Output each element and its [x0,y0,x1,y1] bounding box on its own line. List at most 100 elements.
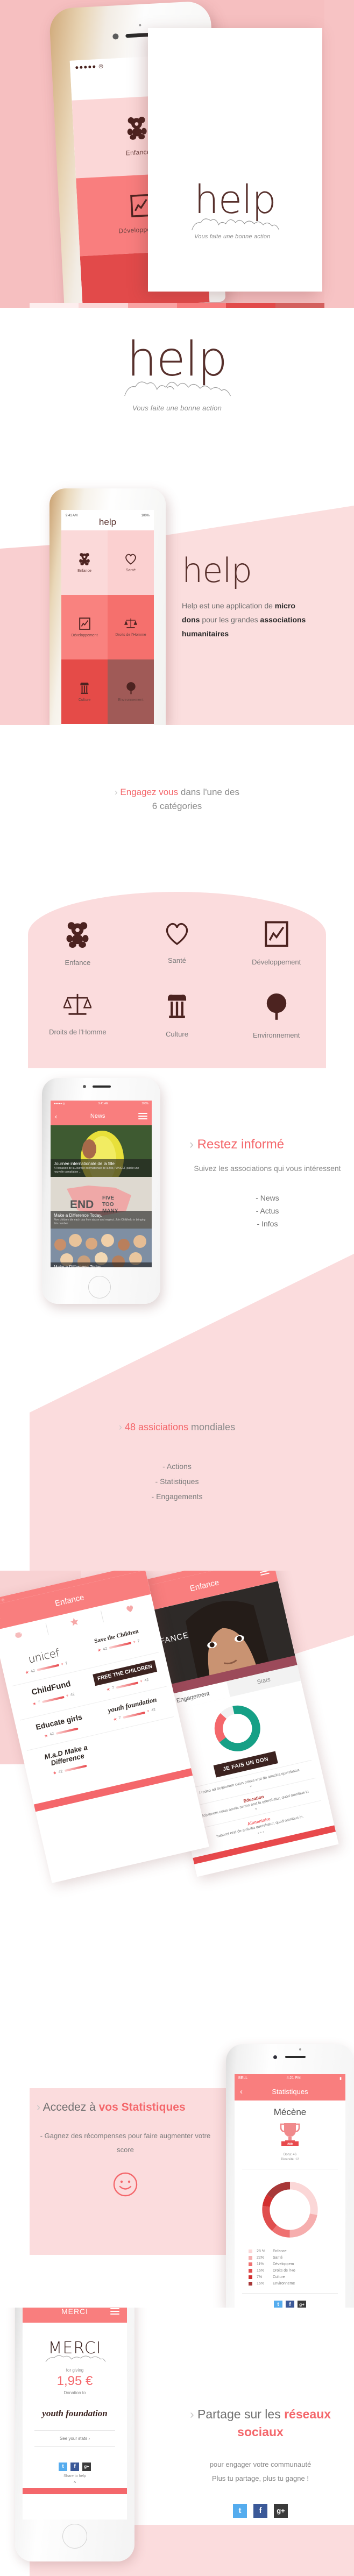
donation-amount: 1,95 € [56,2374,93,2388]
category-item-environnement[interactable]: Environnement [226,992,326,1039]
home-button[interactable] [88,1276,111,1298]
news-section: ●●●●● ◎ 9:41 AM 100% ‹ News Journée inte… [0,1068,354,1413]
legend-row: 22% Santé [249,2256,331,2260]
news-heading-text: Restez informé [197,1137,285,1152]
signal-dot [88,65,91,68]
stats-subtitle: - Gagnez des récompenses pour faire augm… [40,2132,211,2154]
legend-swatch [249,2282,252,2286]
hamburger-icon[interactable] [259,1571,270,1576]
googleplus-icon[interactable]: g+ [82,2462,91,2471]
hamburger-icon[interactable] [138,1113,147,1119]
intro-section: 9:41 AM 100% help Enfance Santé Développ… [0,473,354,725]
social-icons: t f g+ [274,2300,306,2308]
navbar-title: News [90,1113,105,1119]
piggy-bank-icon[interactable] [14,1630,25,1642]
facebook-icon[interactable]: f [70,2462,79,2471]
front-camera-icon [83,1085,86,1088]
heart-icon[interactable] [125,1604,136,1616]
battery-indicator: ▮ [339,2076,342,2081]
chevron-left-icon[interactable]: ‹ [55,1112,57,1120]
heart-count: 7 [65,1661,68,1666]
navbar-title: Enfance [189,1577,220,1593]
star-icon[interactable] [69,1616,80,1629]
sensor-dot [299,2048,301,2050]
merci-navbar: MERCI [23,2308,127,2323]
category-cell-culture[interactable]: Culture [61,659,108,724]
category-item-enfance[interactable]: Enfance [28,921,128,967]
news-phone-mockup: ●●●●● ◎ 9:41 AM 100% ‹ News Journée inte… [42,1078,171,1304]
legend-row: 7% Culture [249,2275,331,2279]
chevron-left-icon[interactable]: ‹ [0,1611,1,1622]
googleplus-icon[interactable]: g+ [274,2503,288,2518]
logo-tagline: Vous faite une bonne action [132,403,222,412]
home-button[interactable] [62,2524,87,2549]
twitter-icon[interactable]: t [59,2462,67,2471]
category-item-droits[interactable]: Droits de l'Homme [28,992,128,1039]
category-cell-environnement[interactable]: Environnement [108,659,154,724]
palette-swatch [79,303,128,308]
googleplus-icon[interactable]: g+ [298,2300,306,2308]
twitter-icon[interactable]: t [274,2300,282,2308]
navbar-title: Enfance [54,1592,85,1608]
associations-headline: › 48 assiciations mondiales [0,1420,354,1435]
share-caption: Share to help [63,2474,86,2478]
share-section: 4:21 PM 100% MERCI MERCI for giving 1,95 [0,2308,354,2576]
engage-line2: 6 catégories [152,801,202,812]
news-card[interactable]: Make a Difference Today. Five children d… [51,1229,152,1267]
logo-lockup: help Vous faite une bonne action [192,180,280,240]
phone-screen: BELL 4:21 PM ▮ ‹ Statistiques Mécène 289… [235,2074,345,2308]
category-cell-enfance[interactable]: Enfance [61,530,108,595]
signal-dot [80,66,83,69]
news-card[interactable]: Journée internationale de la fille A l'o… [51,1125,152,1177]
associations-list: - Actions - Statistiques - Engagements [0,1462,354,1501]
twitter-icon[interactable]: t [233,2503,247,2518]
intro-text-block: help Help est une application de micro d… [182,554,341,641]
share-sub1: pour engager votre communauté [209,2460,311,2468]
stats-text-block: › Accedez à vos Statistiques - Gagnez de… [37,2101,214,2197]
see-stats-link[interactable]: See your stats › [34,2430,115,2447]
news-title: Make a Difference Today. [54,1213,102,1218]
status-time: 4:21 PM [286,2076,301,2080]
share-sub2: Plus tu partage, plus tu gagne ! [212,2474,309,2482]
hamburger-icon[interactable] [110,2308,119,2315]
news-text-block: › Restez informé Suivez les associations… [189,1137,345,1228]
intro-description: Help est une application de micro dons p… [182,599,341,641]
chart-frame-icon [79,617,90,630]
category-item-developpement[interactable]: Développement [226,921,326,967]
star-count: 42 [30,1669,36,1673]
signal-dot [84,65,87,68]
intro-title: help [182,551,252,590]
category-label: Environnement [252,1031,300,1039]
category-item-culture[interactable]: Culture [128,992,227,1039]
share-heading-plain: Partage sur les [197,2407,285,2421]
palette-swatch [128,303,177,308]
category-item-sante[interactable]: Santé [128,921,227,967]
front-camera-icon [112,33,119,40]
chevron-up-icon[interactable]: ^ [23,2480,127,2486]
category-cell-developpement[interactable]: Développement [61,595,108,659]
associations-accent-text: 48 assiciations [124,1422,189,1432]
chevron-right-icon: › [189,1137,194,1152]
palette-swatch [275,303,324,308]
progress-bar [55,1727,79,1735]
signal-bars-icon: ●●●●● ◎ [54,1102,65,1105]
category-cell-sante[interactable]: Santé [108,530,154,595]
chevron-left-icon[interactable]: ‹ [240,2087,243,2096]
share-block: t f g+ Share to help ^ [23,2447,127,2486]
hero-left-band [0,0,30,308]
progress-bar [116,1681,139,1689]
facebook-icon[interactable]: f [253,2503,267,2518]
news-list-item: - Infos [257,1219,278,1228]
news-card[interactable]: END FIVE TOO MANY Make a Difference Toda… [51,1177,152,1229]
signal-dot [75,66,79,69]
progress-bar [64,1765,87,1772]
engagement-donut-icon [214,1705,260,1751]
facebook-icon[interactable]: f [286,2300,294,2308]
category-cell-droits[interactable]: Droits de l'Homme [108,595,154,659]
legend-swatch [249,2249,252,2253]
logo-tagline: Vous faite une bonne action [194,233,271,240]
engage-accent-text: Engagez vous [120,787,179,797]
palette-swatch [176,303,226,308]
progress-bar [41,1695,65,1703]
heart-count: 7 [137,1639,140,1644]
